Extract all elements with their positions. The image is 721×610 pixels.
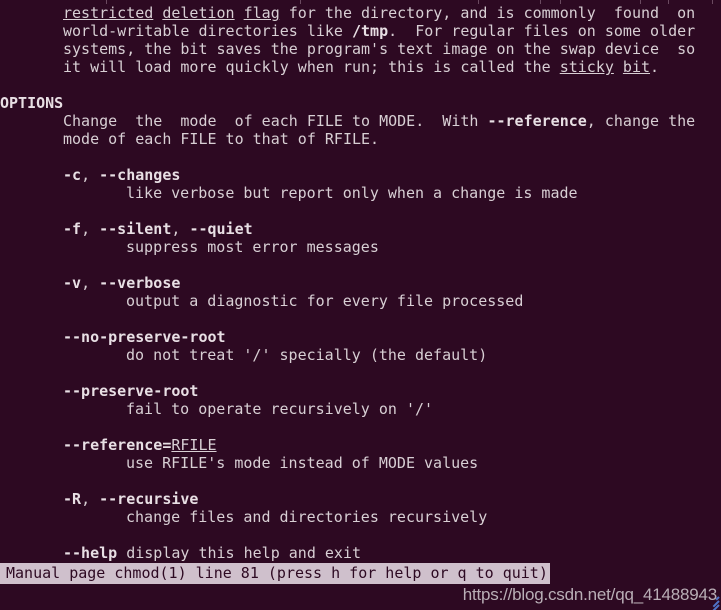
plain-text: it will load more quickly when run; this… bbox=[63, 58, 560, 76]
plain-text: , bbox=[81, 220, 100, 238]
plain-text: do not treat '/' specially (the default) bbox=[126, 346, 488, 364]
plain-text: . For regular files on some older bbox=[388, 22, 696, 40]
bold-text: --no-preserve-root bbox=[63, 328, 226, 346]
man-line: -R, --recursive bbox=[0, 490, 721, 508]
underlined-text: flag bbox=[243, 4, 280, 22]
plain-text: output a diagnostic for every file proce… bbox=[126, 292, 524, 310]
bold-text: /tmp bbox=[351, 22, 389, 40]
underlined-text: deletion bbox=[162, 4, 235, 22]
resize-grip[interactable] bbox=[705, 594, 720, 610]
bold-text: --silent bbox=[99, 220, 172, 238]
man-line: -v, --verbose bbox=[0, 274, 721, 292]
man-line: change files and directories recursively bbox=[0, 508, 721, 526]
man-line: -f, --silent, --quiet bbox=[0, 220, 721, 238]
bold-text: -v bbox=[63, 274, 82, 292]
plain-text: systems, the bit saves the program's tex… bbox=[63, 40, 696, 58]
man-line bbox=[0, 256, 721, 274]
man-line: use RFILE's mode instead of MODE values bbox=[0, 454, 721, 472]
bold-text: -R bbox=[63, 490, 82, 508]
plain-text bbox=[235, 4, 244, 22]
plain-text: for the directory, and is commonly found… bbox=[279, 4, 696, 22]
bold-text: OPTIONS bbox=[0, 94, 64, 112]
plain-text: use RFILE's mode instead of MODE values bbox=[126, 454, 479, 472]
man-line: like verbose but report only when a chan… bbox=[0, 184, 721, 202]
man-line bbox=[0, 310, 721, 328]
plain-text: fail to operate recursively on '/' bbox=[126, 400, 434, 418]
plain-text: display this help and exit bbox=[117, 544, 362, 562]
man-line: suppress most error messages bbox=[0, 238, 721, 256]
man-line: --help display this help and exit bbox=[0, 544, 721, 562]
man-line: world-writable directories like /tmp. Fo… bbox=[0, 22, 721, 40]
watermark-text: https://blog.csdn.net/qq_41488943 bbox=[462, 585, 717, 604]
plain-text: world-writable directories like bbox=[63, 22, 352, 40]
man-line: mode of each FILE to that of RFILE. bbox=[0, 130, 721, 148]
man-line: fail to operate recursively on '/' bbox=[0, 400, 721, 418]
plain-text: , bbox=[171, 220, 190, 238]
bold-text: --verbose bbox=[99, 274, 181, 292]
underlined-text: bit bbox=[622, 58, 651, 76]
man-line: restricted deletion flag for the directo… bbox=[0, 4, 721, 22]
bold-text: --quiet bbox=[189, 220, 253, 238]
underlined-text: RFILE bbox=[171, 436, 217, 454]
bold-text: --reference bbox=[487, 112, 587, 130]
bold-text: -f bbox=[63, 220, 82, 238]
man-page-content: restricted deletion flag for the directo… bbox=[0, 4, 721, 562]
man-line: do not treat '/' specially (the default) bbox=[0, 346, 721, 364]
man-line bbox=[0, 526, 721, 544]
man-line: Change the mode of each FILE to MODE. Wi… bbox=[0, 112, 721, 130]
man-line bbox=[0, 148, 721, 166]
man-line: --preserve-root bbox=[0, 382, 721, 400]
bold-text: -c bbox=[63, 166, 82, 184]
terminal-window[interactable]: restricted deletion flag for the directo… bbox=[0, 0, 721, 610]
man-line: --no-preserve-root bbox=[0, 328, 721, 346]
man-line bbox=[0, 472, 721, 490]
bold-text: --reference= bbox=[63, 436, 172, 454]
man-line: output a diagnostic for every file proce… bbox=[0, 292, 721, 310]
man-line: OPTIONS bbox=[0, 94, 721, 112]
man-line: systems, the bit saves the program's tex… bbox=[0, 40, 721, 58]
plain-text: , bbox=[81, 490, 100, 508]
bold-text: --preserve-root bbox=[63, 382, 199, 400]
man-line: --reference=RFILE bbox=[0, 436, 721, 454]
man-line: it will load more quickly when run; this… bbox=[0, 58, 721, 76]
plain-text bbox=[614, 58, 623, 76]
man-line bbox=[0, 76, 721, 94]
plain-text bbox=[153, 4, 162, 22]
bold-text: --changes bbox=[99, 166, 181, 184]
plain-text: Change the mode of each FILE to MODE. Wi… bbox=[63, 112, 488, 130]
plain-text: mode of each FILE to that of RFILE. bbox=[63, 130, 380, 148]
plain-text: , bbox=[81, 166, 100, 184]
underlined-text: restricted bbox=[63, 4, 154, 22]
man-line bbox=[0, 418, 721, 436]
plain-text: , bbox=[81, 274, 100, 292]
underlined-text: sticky bbox=[559, 58, 614, 76]
plain-text: . bbox=[650, 58, 660, 76]
plain-text: change files and directories recursively bbox=[126, 508, 488, 526]
plain-text: like verbose but report only when a chan… bbox=[126, 184, 578, 202]
plain-text: suppress most error messages bbox=[126, 238, 379, 256]
plain-text: , change the bbox=[586, 112, 696, 130]
pager-status-bar[interactable]: Manual page chmod(1) line 81 (press h fo… bbox=[0, 563, 550, 584]
man-line: -c, --changes bbox=[0, 166, 721, 184]
man-line bbox=[0, 202, 721, 220]
bold-text: --help bbox=[63, 544, 118, 562]
bold-text: --recursive bbox=[99, 490, 199, 508]
man-line bbox=[0, 364, 721, 382]
